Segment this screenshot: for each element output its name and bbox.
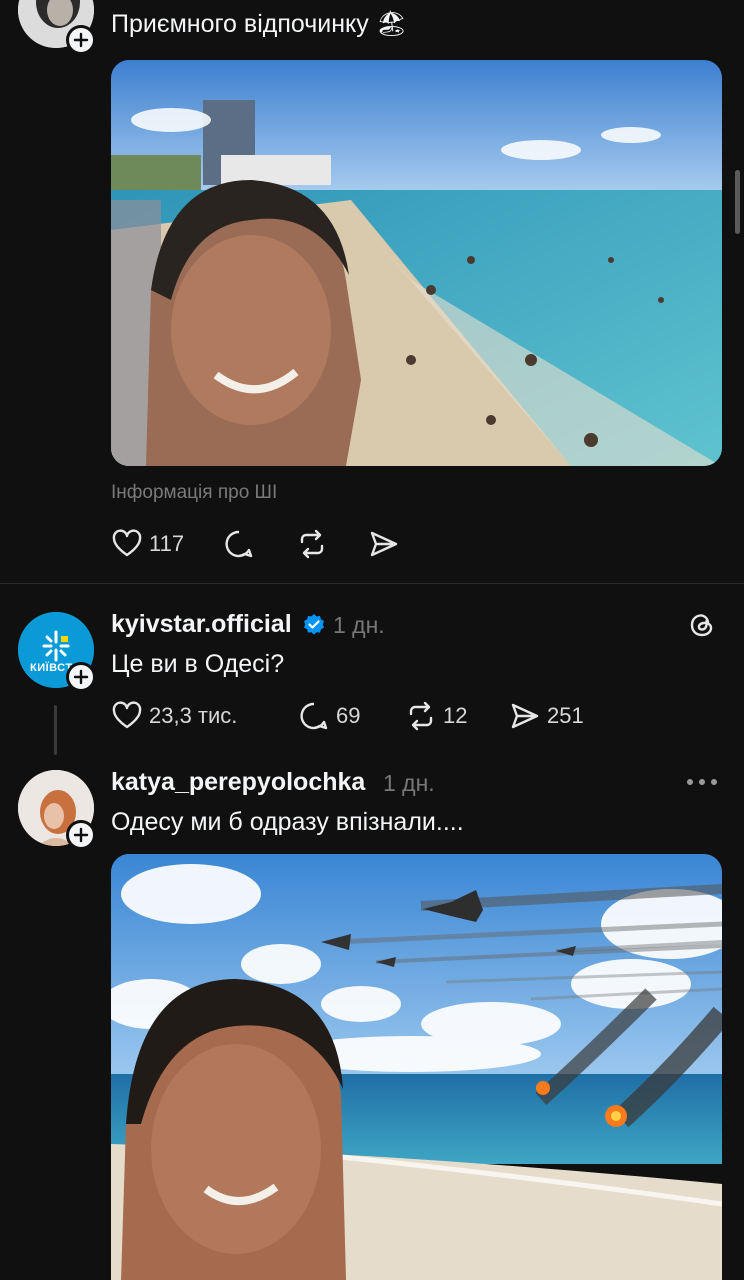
share-button[interactable]: 251 — [509, 700, 584, 732]
post-text: Приємного відпочинку 🏖 — [111, 10, 408, 38]
like-count: 23,3 тис. — [149, 703, 238, 728]
follow-plus-button[interactable] — [66, 820, 96, 850]
jets-beach-selfie-image — [111, 854, 722, 1280]
verified-badge-icon — [304, 614, 324, 635]
plus-icon — [73, 32, 89, 48]
follow-plus-button[interactable] — [66, 25, 96, 55]
more-options-icon[interactable] — [686, 778, 718, 786]
like-count: 117 — [149, 531, 185, 556]
ai-info-link[interactable]: Інформація про ШІ — [111, 482, 277, 504]
heart-icon — [112, 701, 142, 729]
post-time: 1 дн. — [383, 770, 435, 796]
heart-icon — [112, 529, 142, 557]
like-button[interactable]: 23,3 тис. — [111, 700, 237, 732]
comment-icon — [225, 530, 253, 558]
repost-button[interactable] — [296, 528, 328, 560]
share-button[interactable] — [368, 528, 400, 560]
post-username[interactable]: kyivstar.official — [111, 610, 292, 639]
post-time: 1 дн. — [333, 612, 385, 638]
share-count: 251 — [547, 703, 584, 728]
thread-line — [54, 705, 57, 755]
post-divider — [0, 583, 744, 584]
post-image-beach[interactable] — [111, 60, 722, 466]
plus-icon — [73, 827, 89, 843]
comment-button[interactable] — [223, 528, 255, 560]
comment-count: 69 — [336, 703, 361, 728]
plus-icon — [73, 669, 89, 685]
comment-icon — [300, 702, 328, 730]
like-button[interactable]: 117 — [111, 528, 184, 560]
repost-button[interactable]: 12 — [405, 700, 467, 732]
post-text: Одесу ми б одразу впізнали.... — [111, 808, 464, 836]
comment-button[interactable]: 69 — [298, 700, 360, 732]
beach-selfie-image — [111, 60, 722, 466]
send-icon — [370, 531, 398, 557]
repost-icon — [300, 529, 324, 559]
post-text: Це ви в Одесі? — [111, 650, 285, 678]
send-icon — [511, 703, 539, 729]
post-username[interactable]: katya_perepyolochka — [111, 768, 365, 797]
repost-icon — [409, 701, 433, 731]
scrollbar[interactable] — [735, 170, 740, 234]
post-image-jets[interactable] — [111, 854, 722, 1280]
threads-logo-icon[interactable] — [686, 609, 718, 641]
repost-count: 12 — [443, 703, 468, 728]
follow-plus-button[interactable] — [66, 662, 96, 692]
